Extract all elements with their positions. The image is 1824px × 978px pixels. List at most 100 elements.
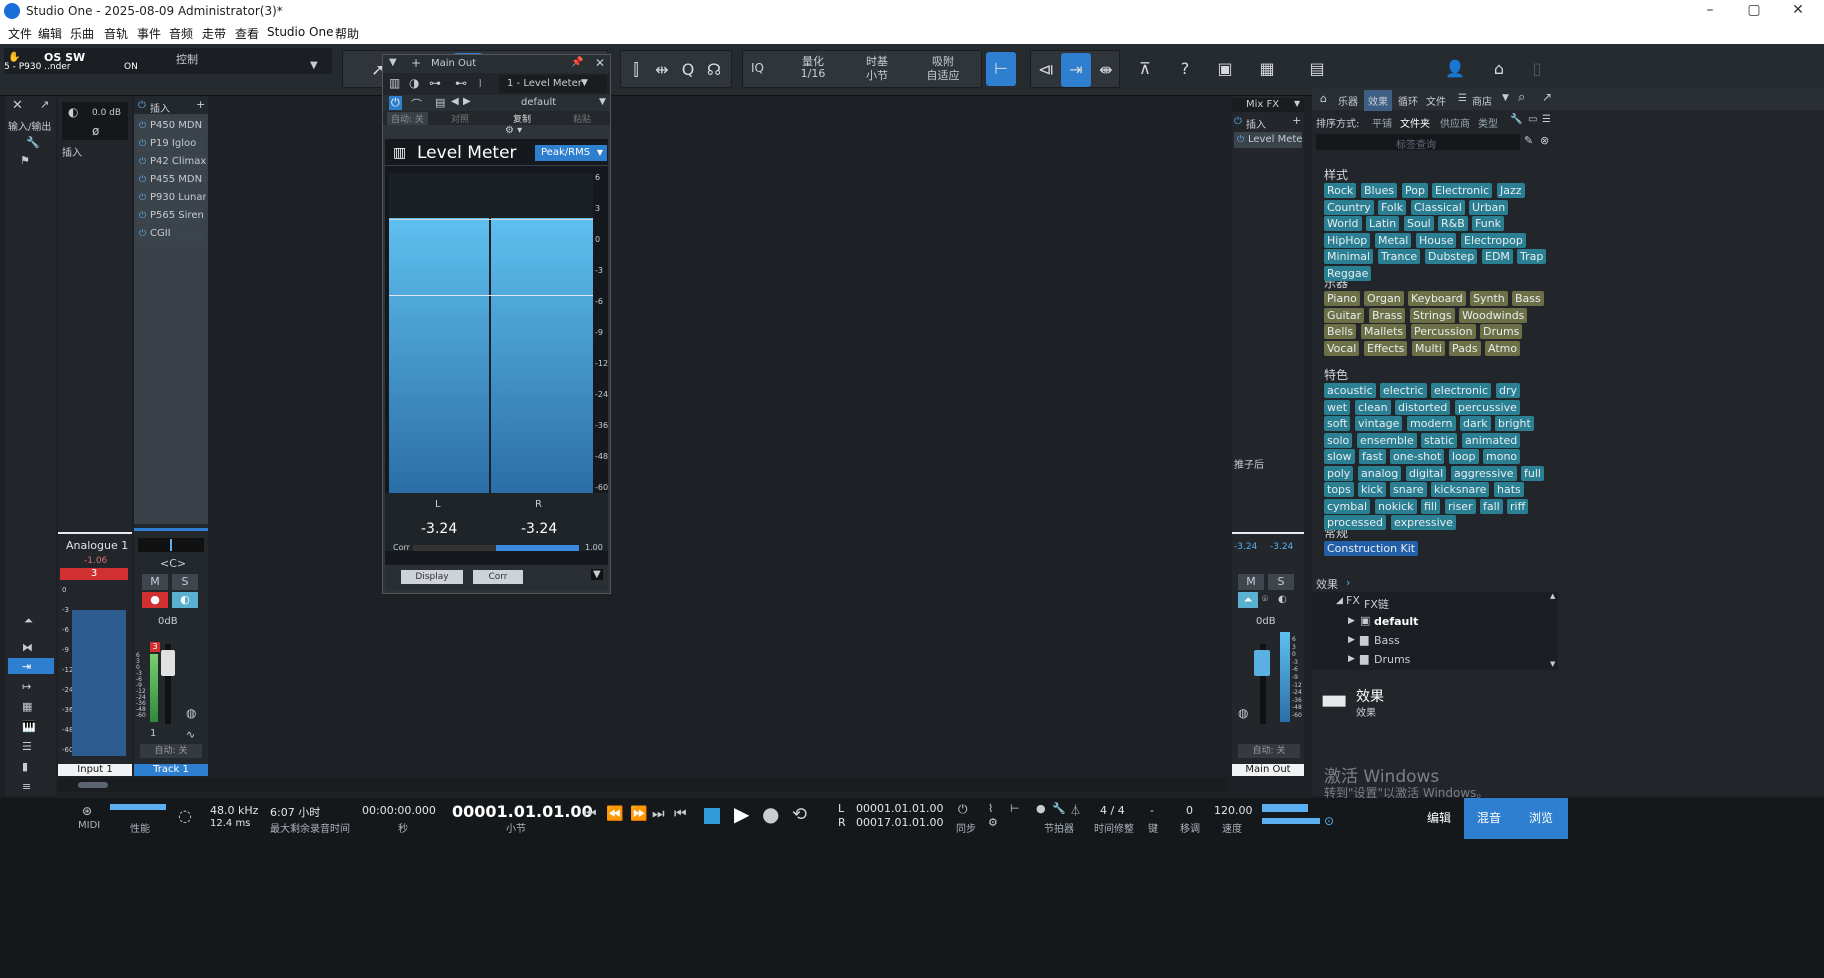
tree-caret-3-icon[interactable]: ▶ xyxy=(1348,654,1355,664)
timebase-value[interactable]: 小节 xyxy=(857,67,897,83)
fader-handle[interactable] xyxy=(161,650,175,676)
tag-character[interactable]: electronic xyxy=(1431,383,1492,398)
tag-instrument[interactable]: Organ xyxy=(1364,291,1404,306)
tag-character[interactable]: electric xyxy=(1380,383,1427,398)
tag-character[interactable]: expressive xyxy=(1391,515,1456,530)
tag-instrument[interactable]: Synth xyxy=(1470,291,1508,306)
snap-left-icon[interactable]: ⧏ xyxy=(1031,53,1061,87)
stop-button[interactable] xyxy=(704,808,720,824)
plugin-route-label[interactable]: Main Out xyxy=(431,58,476,69)
tree-expand-icon[interactable]: ◢ xyxy=(1336,596,1343,606)
menu-file[interactable]: 文件 xyxy=(8,25,32,42)
sync-icon[interactable]: ⏻ xyxy=(958,802,968,817)
go-loop-start-icon[interactable]: ⏮ xyxy=(674,806,687,822)
tag-character[interactable]: clean xyxy=(1355,399,1391,415)
tag-style[interactable]: Rock xyxy=(1324,183,1357,198)
input-channel-footer[interactable]: Input 1 xyxy=(58,764,132,776)
user-icon[interactable]: 👤 xyxy=(1440,52,1470,86)
tag-character[interactable]: vintage xyxy=(1355,416,1403,431)
listen-icon[interactable]: ☊ xyxy=(699,53,729,87)
tag-character[interactable]: riff xyxy=(1507,498,1529,514)
dashed-circle-icon[interactable]: ◌ xyxy=(178,806,192,825)
on-toggle[interactable]: ON xyxy=(124,62,138,72)
mixer-scrollbar[interactable] xyxy=(58,778,1228,792)
track-channel-footer[interactable]: Track 1 xyxy=(134,764,208,776)
help-icon[interactable]: ? xyxy=(1170,52,1200,86)
bars-icon[interactable]: ▮ xyxy=(22,760,28,773)
tag-style[interactable]: Minimal xyxy=(1324,249,1374,264)
tree-item-default[interactable]: default xyxy=(1374,615,1418,628)
store-icon[interactable]: ☰ xyxy=(1458,93,1467,104)
tag-character[interactable]: full xyxy=(1521,465,1544,481)
tag-style[interactable]: R&B xyxy=(1438,216,1468,231)
layout-icon[interactable]: ▤ xyxy=(1302,52,1332,86)
tag-character[interactable]: ensemble xyxy=(1357,432,1417,448)
add-insert-icon[interactable]: + xyxy=(196,98,205,111)
tab-loops[interactable]: 循环 xyxy=(1398,93,1418,108)
menu-studio-one[interactable]: Studio One xyxy=(267,25,333,39)
grid-small-icon[interactable]: ▦ xyxy=(22,700,32,713)
mainout-mic-icon[interactable]: ⌾ xyxy=(1262,594,1268,605)
insert-slot-5[interactable]: P930 Lunar L... xyxy=(136,190,206,206)
marker-icon[interactable]: ⊢ xyxy=(1010,802,1020,815)
tab-store[interactable]: 商店 xyxy=(1472,93,1492,108)
tag-style[interactable]: Dubstep xyxy=(1425,249,1478,264)
rewind-icon[interactable]: ⏪ xyxy=(606,806,623,822)
post-fader-label[interactable]: 推子后 xyxy=(1234,456,1264,471)
tag-instrument[interactable]: Woodwinds xyxy=(1459,307,1528,323)
routing-icon[interactable]: ⚑ xyxy=(20,154,30,167)
snap-center-icon[interactable]: ⇼ xyxy=(1091,53,1121,87)
menu-help[interactable]: 帮助 xyxy=(335,25,359,42)
mixfx-select[interactable]: Mix FX ▼ xyxy=(1232,98,1304,112)
output-icon[interactable]: ↦ xyxy=(22,680,31,693)
go-end-icon[interactable]: ⏭ xyxy=(652,806,665,822)
plugin-compare[interactable]: 对照 xyxy=(451,112,469,125)
time-bars[interactable]: 00001.01.01.00 xyxy=(452,802,593,821)
tag-search-input[interactable]: 标签查询 xyxy=(1316,134,1520,151)
tempo-value[interactable]: 120.00 xyxy=(1214,804,1253,817)
tag-style[interactable]: Jazz xyxy=(1497,183,1525,198)
solo-button[interactable]: S xyxy=(172,574,198,590)
record-button[interactable]: ● xyxy=(762,802,779,826)
tree-scrollbar[interactable]: ▲ ▼ xyxy=(1550,592,1558,670)
tag-style[interactable]: Folk xyxy=(1378,199,1407,215)
input-icon[interactable]: ⇥ xyxy=(22,660,31,673)
mixfx-add-icon[interactable]: + xyxy=(1292,114,1301,127)
tag-character[interactable]: aggressive xyxy=(1451,465,1517,481)
time-signature[interactable]: 4 / 4 xyxy=(1100,804,1125,817)
snap-right-icon[interactable]: ⇥ xyxy=(1061,53,1091,87)
midi-icon[interactable]: ⊛ xyxy=(82,804,92,818)
plugin-menu-icon[interactable]: ▼ xyxy=(389,57,397,68)
maximize-button[interactable]: ▢ xyxy=(1734,2,1774,18)
plugin-add-icon[interactable]: + xyxy=(411,56,421,70)
plugin-copy[interactable]: 复制 xyxy=(513,112,531,125)
tag-character[interactable]: riser xyxy=(1445,498,1476,514)
record-arm-icon[interactable]: ● xyxy=(142,592,168,608)
plugin-mic-icon[interactable]: ⧘ xyxy=(479,76,482,91)
video-icon[interactable]: ▣ xyxy=(1210,52,1240,86)
tag-style[interactable]: Electronic xyxy=(1432,183,1493,198)
monitor-icon[interactable]: ◐ xyxy=(172,592,198,608)
tag-character[interactable]: percussive xyxy=(1455,399,1520,415)
tag-general[interactable]: Construction Kit xyxy=(1324,541,1419,556)
align-icon[interactable]: ⊼ xyxy=(1130,52,1160,86)
tag-instrument[interactable]: Percussion xyxy=(1411,324,1476,339)
go-start-icon[interactable]: ⏮ xyxy=(584,806,597,822)
display-button[interactable]: Display xyxy=(401,570,463,584)
gain-knob-icon[interactable]: ◐ xyxy=(68,105,78,119)
plugin-paste[interactable]: 粘贴 xyxy=(573,112,591,125)
tag-clear-icon[interactable]: ⊗ xyxy=(1540,134,1549,147)
in-out-label[interactable]: 输入/输出 xyxy=(8,118,54,133)
tag-character[interactable]: slow xyxy=(1324,449,1355,464)
preset-prev-icon[interactable]: ◀ xyxy=(451,96,459,107)
tag-style[interactable]: HipHop xyxy=(1324,232,1371,248)
tag-character[interactable]: bright xyxy=(1495,416,1534,431)
fast-forward-icon[interactable]: ⏩ xyxy=(630,806,647,822)
tag-character[interactable]: processed xyxy=(1324,515,1387,530)
time-seconds[interactable]: 00:00:00.000 xyxy=(362,804,436,817)
mainout-mute-button[interactable]: M xyxy=(1238,574,1264,590)
menu-track[interactable]: 音轨 xyxy=(104,25,128,42)
plugin-automation-icon[interactable]: ⌒ xyxy=(411,96,422,112)
tag-style[interactable]: Trance xyxy=(1378,249,1421,264)
waveform-icon[interactable]: ∿ xyxy=(186,728,195,741)
